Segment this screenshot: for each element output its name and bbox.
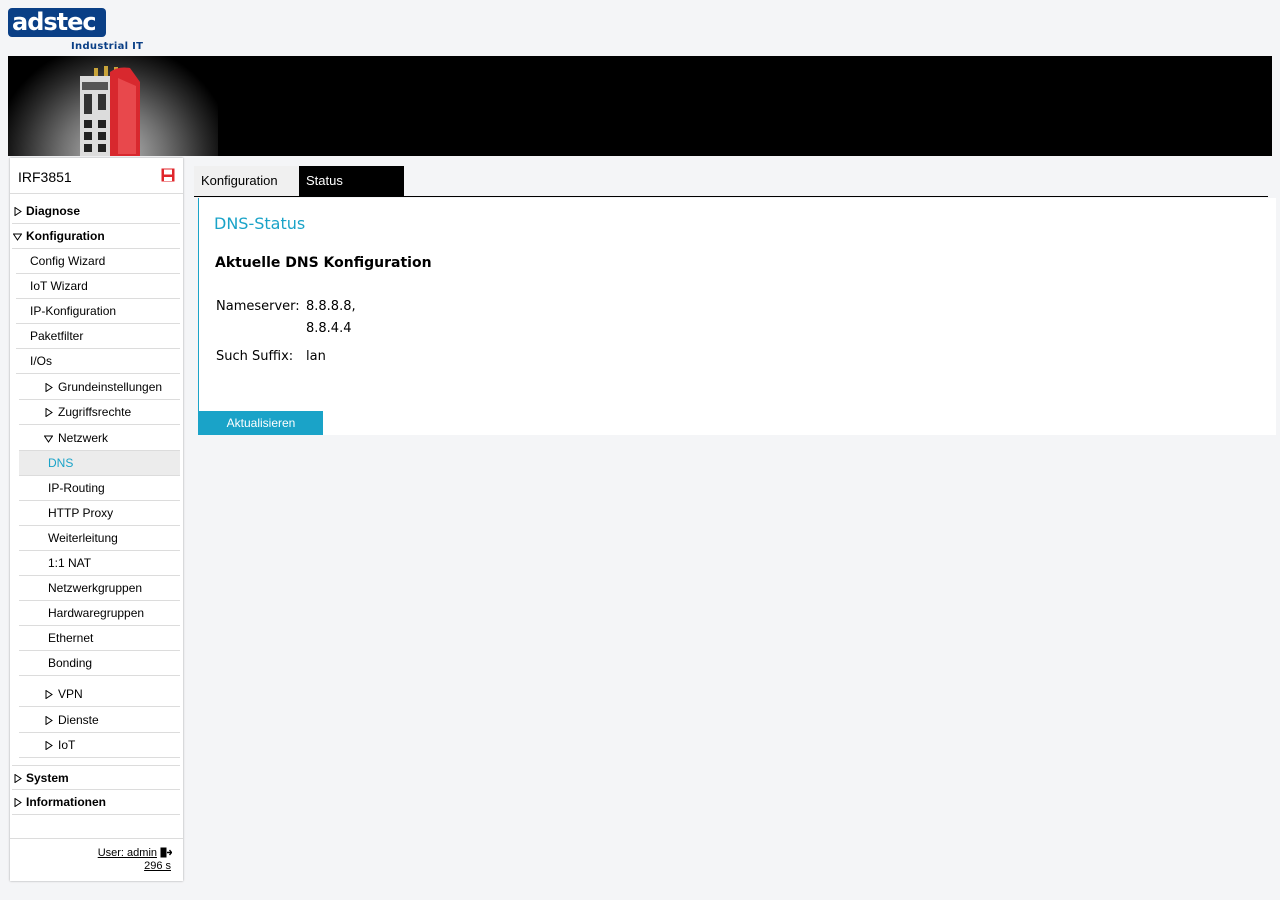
logo-box: adstec — [8, 8, 106, 37]
refresh-button[interactable]: Aktualisieren — [199, 411, 323, 435]
suffix-label: Such Suffix: — [216, 349, 294, 364]
caret-right-icon — [45, 690, 53, 699]
nav-diagnose[interactable]: Diagnose — [12, 199, 180, 224]
header-banner — [8, 56, 1272, 156]
caret-down-icon — [44, 435, 53, 443]
caret-right-icon — [14, 798, 22, 807]
nav-label: Informationen — [26, 795, 106, 809]
logo-brand: adstec — [12, 8, 97, 36]
dns-status-panel: DNS-Status Aktuelle DNS Konfiguration Na… — [198, 198, 1276, 435]
caret-right-icon — [45, 716, 53, 725]
sidebar: IRF3851 Diagnose Konfiguration Config Wi… — [10, 158, 183, 881]
nav-ip-konfiguration[interactable]: IP-Konfiguration — [16, 299, 180, 324]
nav-ip-routing[interactable]: IP-Routing — [19, 476, 180, 501]
nav-label: IoT — [58, 738, 76, 752]
nav-label: Paketfilter — [30, 329, 84, 343]
nav-label: Weiterleitung — [48, 531, 118, 545]
nav-label: Zugriffsrechte — [58, 405, 132, 419]
nav-hardwaregruppen[interactable]: Hardwaregruppen — [19, 601, 180, 626]
nav-iot[interactable]: IoT — [19, 733, 180, 758]
device-header: IRF3851 — [10, 158, 183, 194]
nav-label: Bonding — [48, 656, 93, 670]
nav-iot-wizard[interactable]: IoT Wizard — [16, 274, 180, 299]
nav-ethernet[interactable]: Ethernet — [19, 626, 180, 651]
nav-dienste[interactable]: Dienste — [19, 708, 180, 733]
caret-right-icon — [45, 741, 53, 750]
nav-label: IP-Konfiguration — [30, 304, 117, 318]
nameserver-value-2: 8.8.4.4 — [306, 321, 352, 336]
nav-http-proxy[interactable]: HTTP Proxy — [19, 501, 180, 526]
nav-netzwerkgruppen[interactable]: Netzwerkgruppen — [19, 576, 180, 601]
nav-label: I/Os — [30, 354, 53, 368]
nav-zugriffsrechte[interactable]: Zugriffsrechte — [19, 400, 180, 425]
caret-right-icon — [45, 383, 53, 392]
tab-divider — [194, 196, 1268, 197]
device-name: IRF3851 — [18, 169, 72, 185]
nameserver-value-1: 8.8.8.8, — [306, 299, 356, 314]
nav-label: Grundeinstellungen — [58, 380, 163, 394]
nav-label: Konfiguration — [26, 229, 105, 243]
nav-1-1-nat[interactable]: 1:1 NAT — [19, 551, 180, 576]
nav-label: Dienste — [58, 713, 99, 727]
save-icon[interactable] — [161, 168, 175, 182]
nav-netzwerk[interactable]: Netzwerk — [19, 426, 180, 451]
nav-label: IP-Routing — [48, 481, 105, 495]
logo-tagline: Industrial IT — [71, 41, 144, 52]
nav-label: VPN — [58, 687, 83, 701]
nav-grundeinstellungen[interactable]: Grundeinstellungen — [19, 375, 180, 400]
nav-label: Netzwerkgruppen — [48, 581, 143, 595]
caret-right-icon — [14, 774, 22, 783]
nav-label: Config Wizard — [30, 254, 106, 268]
nav-label: Hardwaregruppen — [48, 606, 145, 620]
nav-ios[interactable]: I/Os — [16, 349, 180, 374]
nav-label: 1:1 NAT — [48, 556, 92, 570]
nav-dns[interactable]: DNS — [19, 451, 180, 476]
nav-label: Ethernet — [48, 631, 94, 645]
caret-right-icon — [45, 408, 53, 417]
nav-label: System — [26, 771, 69, 785]
nav-config-wizard[interactable]: Config Wizard — [16, 249, 180, 274]
section-title: Aktuelle DNS Konfiguration — [215, 255, 432, 271]
sidebar-footer: User: admin 296 s — [10, 838, 183, 881]
nav-label: IoT Wizard — [30, 279, 88, 293]
tab-status[interactable]: Status — [299, 166, 404, 196]
nav-weiterleitung[interactable]: Weiterleitung — [19, 526, 180, 551]
nav-bonding[interactable]: Bonding — [19, 651, 180, 676]
nav-system[interactable]: System — [12, 765, 180, 790]
suffix-value: lan — [306, 349, 326, 364]
adstec-logo: adstec Industrial IT — [8, 8, 143, 54]
tab-konfiguration[interactable]: Konfiguration — [194, 166, 299, 196]
nav-label: HTTP Proxy — [48, 506, 114, 520]
caret-down-icon — [13, 233, 22, 241]
nav-vpn[interactable]: VPN — [19, 682, 180, 707]
user-link[interactable]: User: admin — [98, 847, 157, 859]
page-title: DNS-Status — [214, 214, 306, 233]
nav-label: Diagnose — [26, 204, 81, 218]
nav-informationen[interactable]: Informationen — [12, 790, 180, 815]
nav-label: DNS — [48, 456, 74, 470]
router-device-image — [80, 66, 140, 156]
nav-label: Netzwerk — [58, 431, 109, 445]
nav-konfiguration[interactable]: Konfiguration — [12, 224, 180, 249]
nav-paketfilter[interactable]: Paketfilter — [16, 324, 180, 349]
caret-right-icon — [14, 207, 22, 216]
logout-icon[interactable] — [160, 847, 172, 858]
session-timer[interactable]: 296 s — [144, 860, 171, 872]
nameserver-label: Nameserver: — [216, 299, 300, 314]
